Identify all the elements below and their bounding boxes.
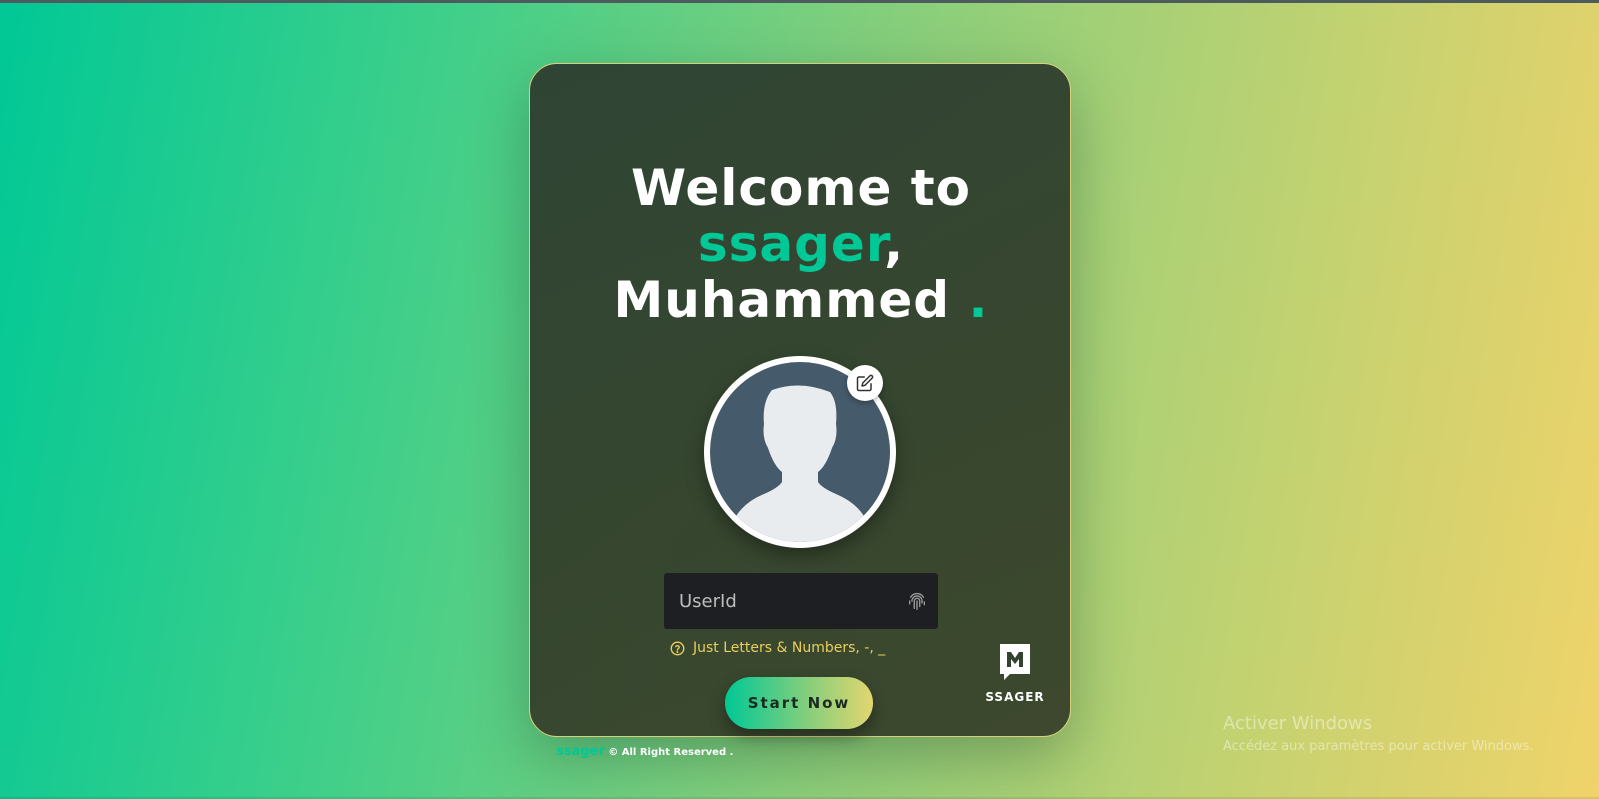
userid-hint: Just Letters & Numbers, -, _	[670, 638, 885, 658]
userid-input[interactable]	[664, 573, 894, 629]
watermark-line2: Accédez aux paramètres pour activer Wind…	[1223, 739, 1534, 754]
start-now-button[interactable]: Start Now	[725, 677, 873, 729]
windows-activation-watermark: Activer Windows Accédez aux paramètres p…	[1223, 713, 1534, 754]
brand-logo: SSAGER	[982, 642, 1048, 704]
title-dot: .	[968, 271, 989, 329]
welcome-title: Welcome to ssager, Muhammed .	[530, 160, 1072, 328]
watermark-line1: Activer Windows	[1223, 713, 1373, 734]
title-brand: ssager	[697, 215, 885, 273]
hint-text: Just Letters & Numbers, -, _	[693, 640, 886, 656]
question-circle-icon	[670, 641, 685, 655]
edit-avatar-button[interactable]	[847, 365, 883, 401]
footer: ssager © All Right Reserved .	[556, 744, 733, 759]
top-border	[0, 0, 1599, 3]
fingerprint-icon	[908, 592, 926, 610]
footer-copyright: © All Right Reserved .	[608, 747, 734, 758]
edit-icon	[856, 374, 874, 392]
footer-brand: ssager	[556, 744, 605, 759]
welcome-card: Welcome to ssager, Muhammed . UserId Jus…	[529, 63, 1071, 737]
userid-field-wrapper	[664, 573, 938, 629]
title-line1: Welcome to	[630, 159, 972, 217]
title-comma: ,	[884, 215, 905, 273]
brand-name: SSAGER	[985, 690, 1045, 704]
title-name: Muhammed	[613, 271, 951, 329]
m-logo-icon	[1000, 644, 1030, 680]
